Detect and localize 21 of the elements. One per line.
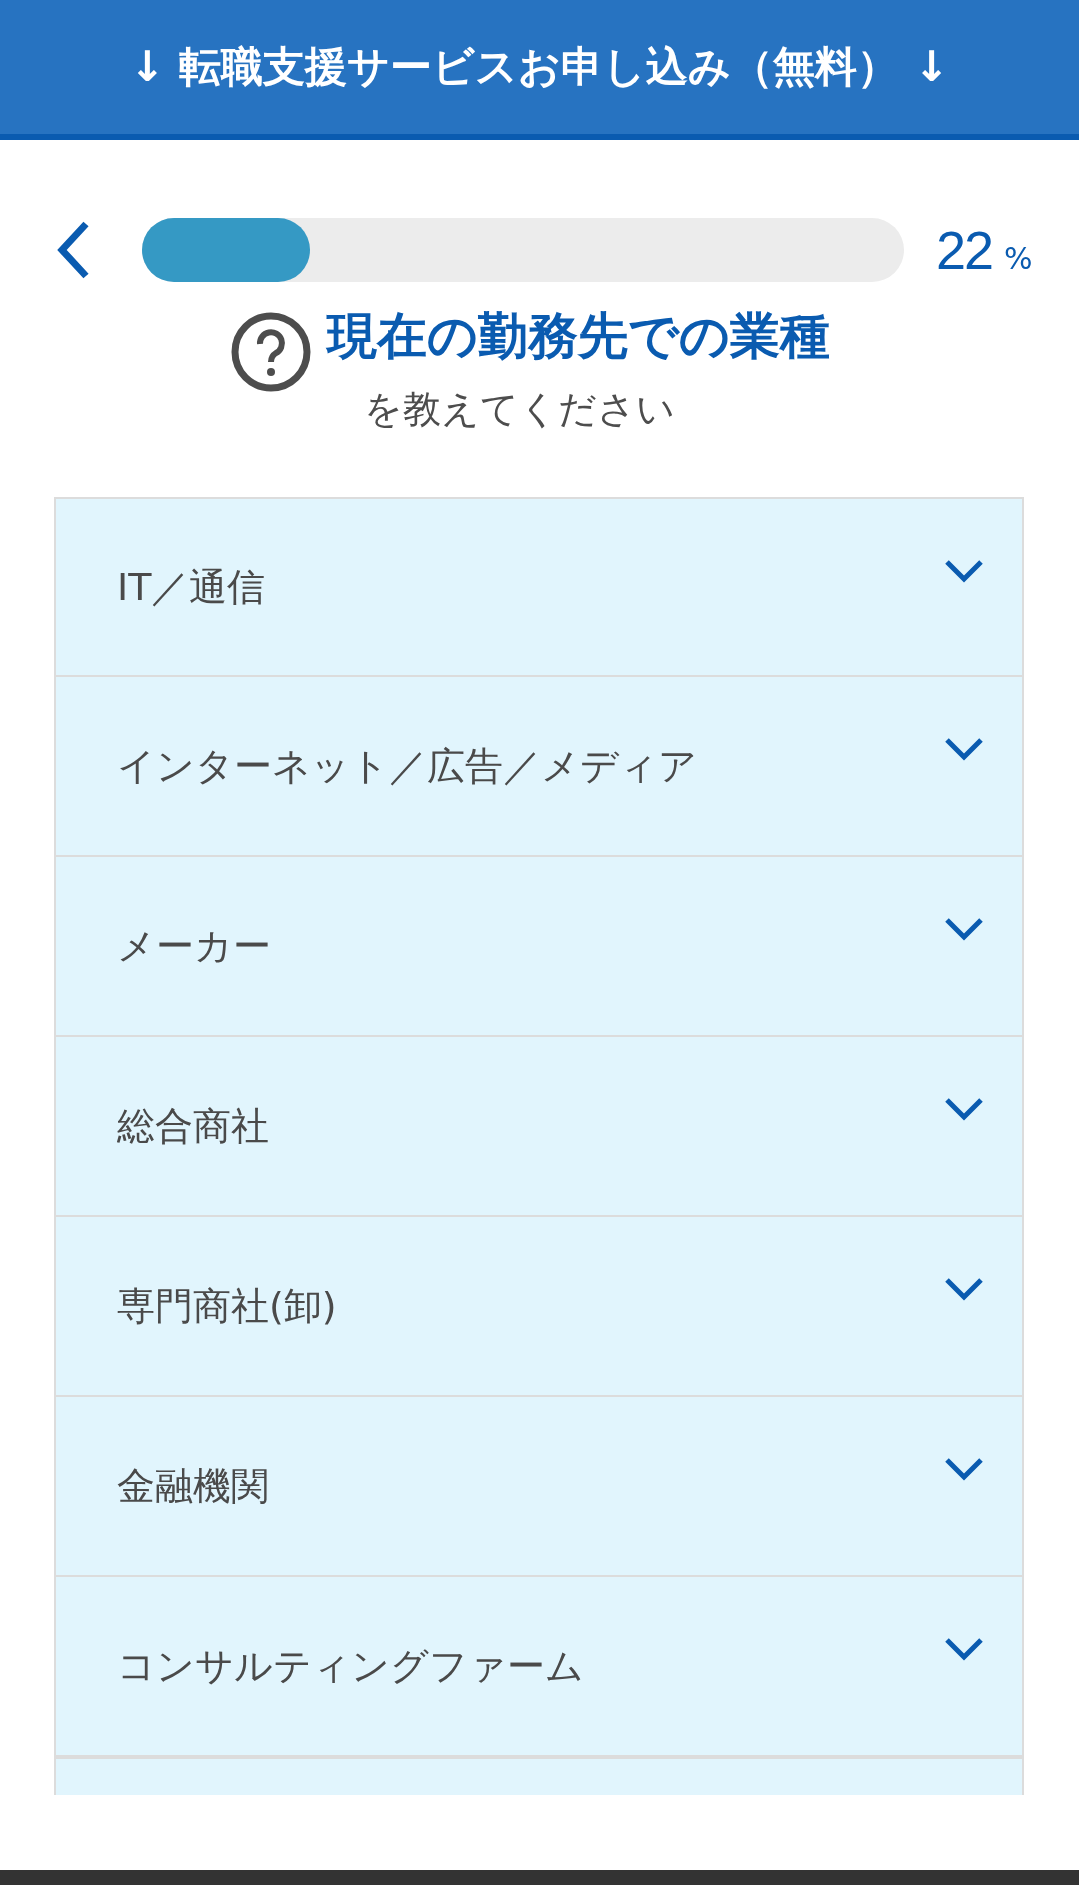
- percent-unit: %: [1004, 241, 1033, 276]
- back-chevron-icon: [56, 220, 90, 280]
- chevron-icon: [944, 1277, 984, 1301]
- chevron-icon: [944, 1097, 984, 1121]
- chevron-icon: [944, 917, 984, 941]
- question-title: 現在の勤務先での業種: [327, 305, 830, 367]
- banner-title: ↓ 転職支援サービスお申し込み（無料） ↓: [129, 41, 950, 93]
- industry-option[interactable]: メーカー: [54, 857, 1024, 1037]
- help-icon[interactable]: [229, 310, 313, 394]
- industry-option[interactable]: 総合商社: [54, 1037, 1024, 1217]
- chevron-icon: [944, 559, 984, 583]
- industry-option[interactable]: 専門商社(卸): [54, 1217, 1024, 1397]
- progress-percent: 22: [936, 219, 993, 281]
- industry-option[interactable]: IT／通信: [54, 497, 1024, 677]
- chevron-icon: [944, 1637, 984, 1661]
- industry-option[interactable]: コンサルティングファーム: [54, 1577, 1024, 1757]
- chevron-icon: [944, 1457, 984, 1481]
- industry-option[interactable]: インターネット／広告／メディア: [54, 677, 1024, 857]
- question-subtitle: を教えてください: [363, 386, 676, 433]
- industry-option[interactable]: 金融機関: [54, 1397, 1024, 1577]
- chevron-icon: [944, 737, 984, 761]
